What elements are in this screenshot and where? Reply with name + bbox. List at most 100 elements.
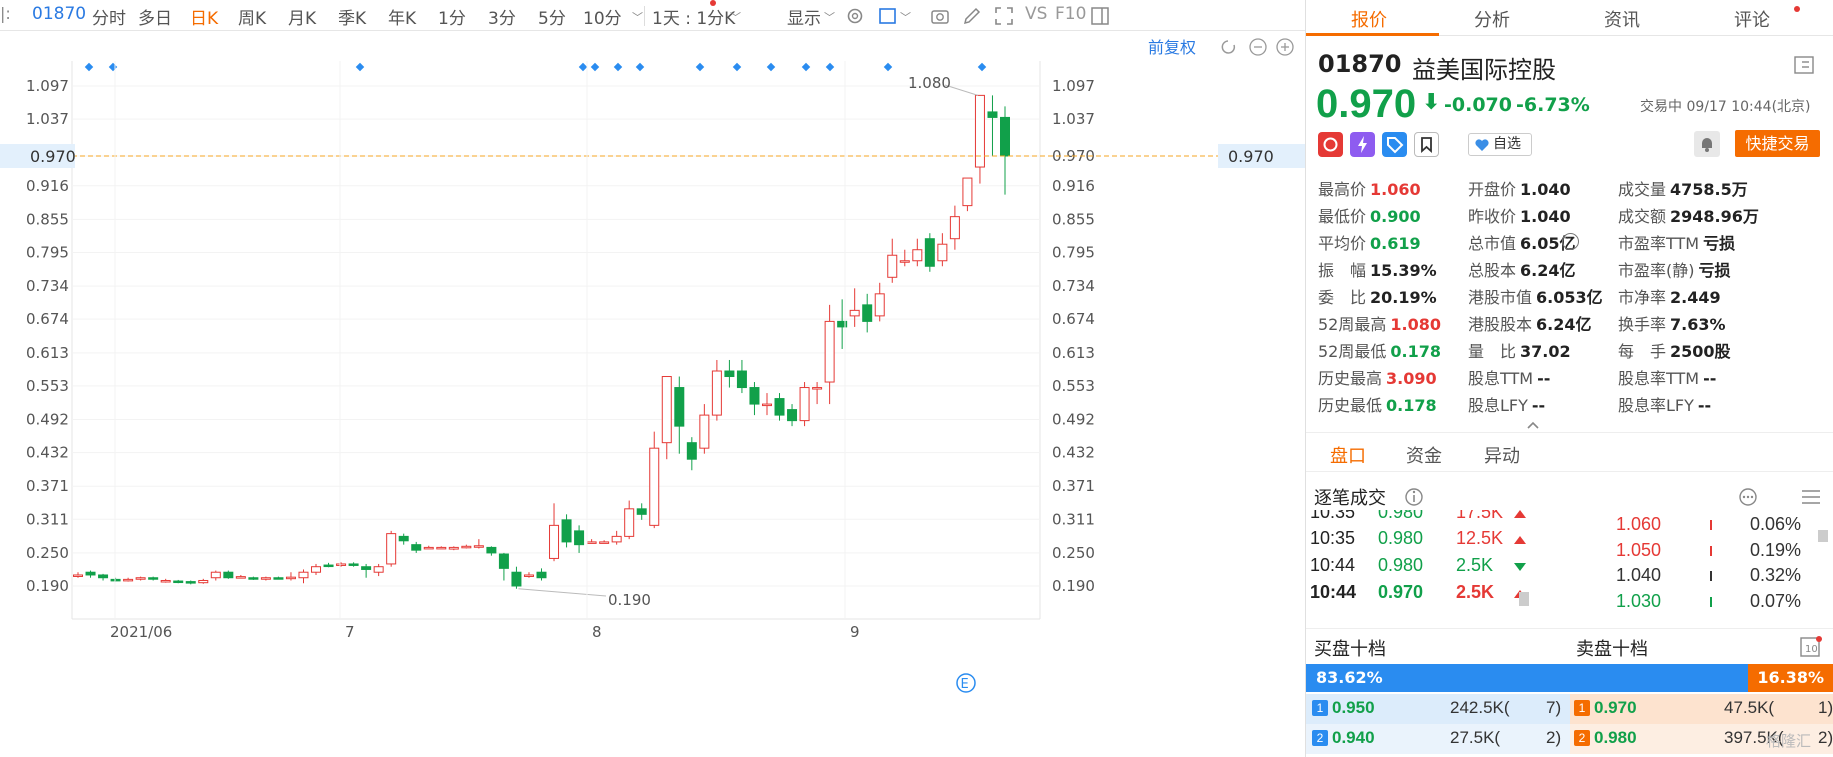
candle-body <box>787 409 798 422</box>
tab-news[interactable]: 资讯 <box>1604 6 1640 32</box>
sub-tab-capital[interactable]: 资金 <box>1406 442 1442 468</box>
undo-icon[interactable] <box>1221 40 1236 54</box>
stat-value: -- <box>1531 396 1546 415</box>
bookmark-icon[interactable] <box>1414 132 1439 157</box>
event-diamond-marker[interactable] <box>732 62 742 72</box>
draw-dropdown-icon[interactable]: ﹀ <box>900 9 911 25</box>
period-weekly-k[interactable]: 周K <box>238 4 266 29</box>
orderbook-row[interactable]: 1 0.950 242.5K(7) 1 0.970 47.5K(1) <box>1306 694 1833 724</box>
candle-body <box>411 544 422 551</box>
stock-code-label[interactable]: 01870 <box>32 4 86 24</box>
camera-icon[interactable] <box>930 6 950 26</box>
sidebar-toggle-icon[interactable] <box>1090 6 1110 26</box>
period-yearly-k[interactable]: 年K <box>388 4 416 29</box>
price-level-row: 1.050 0.19% <box>1566 540 1833 568</box>
f10-button[interactable]: F10 <box>1055 4 1086 24</box>
detail-panel-icon[interactable] <box>1794 56 1814 74</box>
stat-cell: 历史最低 0.178 <box>1318 392 1437 416</box>
y-tick-label: 0.492 <box>26 411 69 429</box>
event-diamond-marker[interactable] <box>613 62 623 72</box>
stat-cell: 换手率 7.63% <box>1618 311 1726 335</box>
candles <box>73 94 1010 589</box>
stat-value: -- <box>1703 369 1717 388</box>
candle-body <box>636 508 647 515</box>
draw-rectangle-icon[interactable] <box>878 6 898 26</box>
y-tick-label: 0.916 <box>1052 177 1095 195</box>
candle-body <box>448 546 459 550</box>
event-diamond-marker[interactable] <box>766 62 776 72</box>
tag-icon[interactable] <box>1382 132 1407 157</box>
trade-price: 0.980 <box>1378 528 1424 548</box>
fullscreen-icon[interactable] <box>994 6 1014 26</box>
level-volume-bar <box>1710 597 1712 607</box>
pencil-icon[interactable] <box>962 6 982 26</box>
event-diamond-marker[interactable] <box>635 62 645 72</box>
candle-body <box>160 579 171 583</box>
period-5min[interactable]: 5分 <box>538 4 566 29</box>
event-diamond-marker[interactable] <box>883 62 893 72</box>
period-quarterly-k[interactable]: 季K <box>338 4 366 29</box>
chevron-up-icon[interactable] <box>1526 420 1540 430</box>
ask-price: 0.970 <box>1594 698 1637 717</box>
candlestick-chart[interactable]: 1.097 1.037 0.970 0.916 0.855 0.795 0.734 0.674… <box>0 31 1305 757</box>
stats-row: 历史最低 0.178 股息LFY -- 股息率LFY -- <box>1318 392 1828 419</box>
event-diamond-marker[interactable] <box>355 62 365 72</box>
orderbook-row[interactable]: 2 0.940 27.5K(2) 2 0.980 397.5K(2) <box>1306 724 1833 754</box>
period-intraday[interactable]: 分时 <box>92 4 126 29</box>
tab-quote[interactable]: 报价 <box>1351 6 1387 32</box>
event-diamond-marker[interactable] <box>590 62 600 72</box>
bell-icon[interactable] <box>1694 131 1720 157</box>
x-tick-label: 8 <box>592 623 602 641</box>
display-menu[interactable]: 显示 <box>787 4 821 29</box>
stat-cell: 成交量 4758.5万 <box>1618 176 1748 200</box>
event-diamond-marker[interactable] <box>695 62 705 72</box>
add-watchlist-button[interactable]: 自选 <box>1468 133 1532 156</box>
event-diamond-marker[interactable] <box>84 62 94 72</box>
stat-cell: 量 比 37.02 <box>1468 338 1571 362</box>
more-options-icon[interactable] <box>1738 487 1758 507</box>
event-diamond-marker[interactable] <box>977 62 987 72</box>
info-icon[interactable] <box>1404 487 1424 507</box>
lightning-icon[interactable] <box>1350 132 1375 157</box>
candle-body <box>736 370 747 389</box>
multi-day-selector[interactable]: 1天 : 1分K <box>652 4 735 29</box>
y-tick-label: 0.674 <box>26 310 69 328</box>
period-multiday[interactable]: 多日 <box>138 4 172 29</box>
quick-trade-button[interactable]: 快捷交易 <box>1735 130 1820 157</box>
period-3min[interactable]: 3分 <box>488 4 516 29</box>
ten-levels-icon[interactable]: 10 <box>1800 636 1822 658</box>
stats-row: 52周最高 1.080 港股股本 6.24亿 换手率 7.63% <box>1318 311 1828 338</box>
period-dropdown-icon[interactable]: ﹀ <box>632 9 643 25</box>
period-monthly-k[interactable]: 月K <box>288 4 316 29</box>
stat-value: 1.080 <box>1390 315 1441 334</box>
event-diamond-marker[interactable] <box>578 62 588 72</box>
sub-tab-orderbook[interactable]: 盘口 <box>1330 442 1366 468</box>
tab-comments[interactable]: 评论 <box>1734 6 1770 32</box>
event-diamond-marker[interactable] <box>825 62 835 72</box>
market-cap-more-icon[interactable]: ··· <box>1562 233 1579 250</box>
period-10min[interactable]: 10分 <box>583 4 622 29</box>
stat-value: 0.178 <box>1386 396 1437 415</box>
candle-body <box>899 260 910 263</box>
candle-body <box>323 564 334 568</box>
sub-tab-alerts[interactable]: 异动 <box>1484 442 1520 468</box>
compare-vs-button[interactable]: VS <box>1025 4 1047 24</box>
tab-analysis[interactable]: 分析 <box>1474 6 1510 32</box>
multi-day-dropdown-icon[interactable]: ﹀ <box>730 9 741 25</box>
event-diamond-marker[interactable] <box>108 62 118 72</box>
levels-scroll-thumb[interactable] <box>1818 530 1828 542</box>
y-tick-label: 0.371 <box>1052 477 1095 495</box>
period-1min[interactable]: 1分 <box>438 4 466 29</box>
tick-trades-list[interactable]: 10:35 0.980 17.5K 10:35 0.980 12.5K 10:44 0.980… <box>1306 510 1833 620</box>
ask-level-badge: 2 <box>1574 730 1590 746</box>
list-view-icon[interactable] <box>1800 487 1822 507</box>
event-diamond-marker[interactable] <box>801 62 811 72</box>
candle-body <box>649 447 660 526</box>
display-dropdown-icon[interactable]: ﹀ <box>824 9 835 25</box>
hk-flag-icon[interactable] <box>1318 132 1343 157</box>
gear-icon[interactable] <box>845 6 865 26</box>
trades-scroll-thumb[interactable] <box>1519 592 1529 606</box>
period-daily-k[interactable]: 日K <box>190 4 218 29</box>
adjust-mode-button[interactable]: 前复权 <box>1148 38 1196 57</box>
y-tick-label: 0.492 <box>1052 411 1095 429</box>
